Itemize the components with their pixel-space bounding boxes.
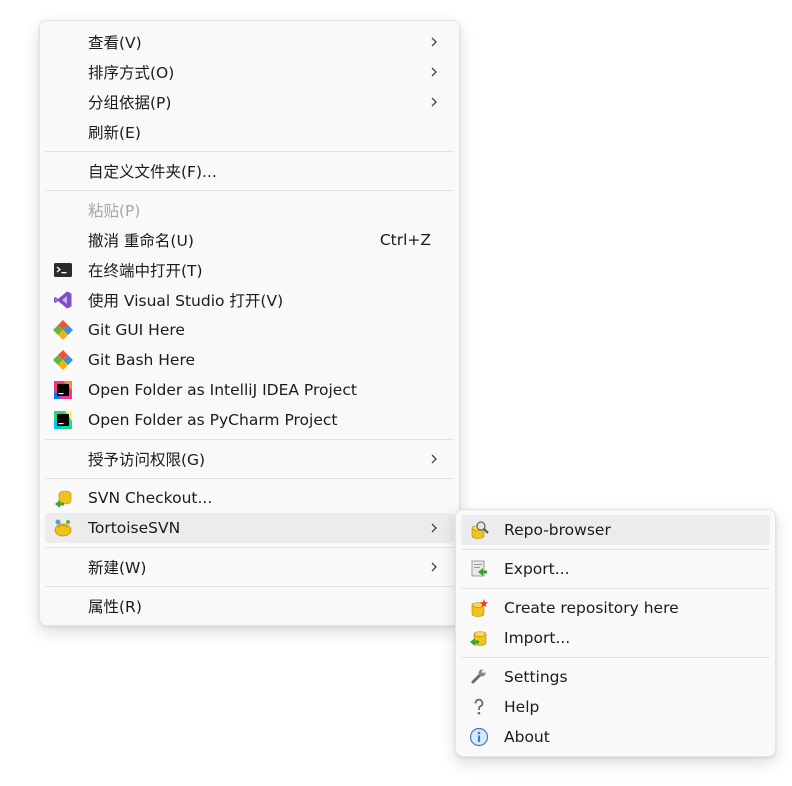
- menu-item-label: Repo-browser: [504, 521, 611, 539]
- menu-item-git-gui[interactable]: Git GUI Here: [45, 315, 454, 345]
- git-icon: [53, 350, 73, 370]
- menu-item-paste: 粘贴(P): [45, 195, 454, 225]
- menu-item-label: Import...: [504, 629, 571, 647]
- wrench-icon: [471, 669, 486, 684]
- info-icon: [469, 727, 489, 747]
- menu-item-label: 使用 Visual Studio 打开(V): [88, 292, 284, 310]
- terminal-icon: [54, 263, 72, 277]
- menu-separator: [461, 549, 770, 550]
- menu-item-svn-checkout[interactable]: SVN Checkout...: [45, 483, 454, 513]
- menu-item-label: Create repository here: [504, 599, 679, 617]
- menu-separator: [45, 547, 454, 548]
- menu-item-repo-browser[interactable]: Repo-browser: [461, 515, 770, 545]
- menu-item-help[interactable]: Help: [461, 692, 770, 722]
- menu-item-label: 粘贴(P): [88, 202, 141, 220]
- intellij-idea-icon: [54, 381, 72, 399]
- menu-item-refresh[interactable]: 刷新(E): [45, 117, 454, 147]
- menu-item-label: Export...: [504, 560, 570, 578]
- tortoisesvn-icon: [54, 519, 72, 537]
- menu-item-label: Open Folder as PyCharm Project: [88, 411, 338, 429]
- menu-item-label: 刷新(E): [88, 124, 141, 142]
- menu-separator: [461, 588, 770, 589]
- menu-item-label: TortoiseSVN: [88, 519, 181, 537]
- menu-item-label: Help: [504, 698, 540, 716]
- shortcut-label: Ctrl+Z: [379, 231, 431, 249]
- menu-item-label: Settings: [504, 668, 568, 686]
- menu-item-git-bash[interactable]: Git Bash Here: [45, 345, 454, 375]
- menu-item-label: 新建(W): [88, 559, 147, 577]
- menu-item-grant-access[interactable]: 授予访问权限(G): [45, 444, 454, 474]
- menu-item-customize-folder[interactable]: 自定义文件夹(F)...: [45, 156, 454, 186]
- chevron-right-icon: [431, 523, 437, 533]
- menu-item-properties[interactable]: 属性(R): [45, 591, 454, 621]
- export-icon: [471, 560, 487, 577]
- pycharm-icon: [54, 411, 72, 429]
- menu-item-label: 排序方式(O): [88, 64, 175, 82]
- menu-item-label: 在终端中打开(T): [88, 262, 203, 280]
- menu-item-label: 分组依据(P): [88, 94, 172, 112]
- menu-item-label: About: [504, 728, 550, 746]
- create-repository-icon: [471, 599, 488, 617]
- chevron-right-icon: [431, 454, 437, 464]
- menu-item-open-visual-studio[interactable]: 使用 Visual Studio 打开(V): [45, 285, 454, 315]
- menu-separator: [45, 190, 454, 191]
- menu-item-group[interactable]: 分组依据(P): [45, 87, 454, 117]
- repo-browser-icon: [471, 521, 489, 539]
- menu-separator: [45, 478, 454, 479]
- menu-separator: [461, 657, 770, 658]
- menu-item-label: 查看(V): [88, 34, 142, 52]
- menu-item-tortoisesvn[interactable]: TortoiseSVN: [45, 513, 454, 543]
- menu-separator: [45, 439, 454, 440]
- menu-item-create-repository[interactable]: Create repository here: [461, 593, 770, 623]
- context-menu: 查看(V) 排序方式(O) 分组依据(P) 刷新(E) 自定义文件夹(F)...…: [39, 20, 460, 626]
- menu-item-about[interactable]: About: [461, 722, 770, 752]
- menu-item-label: 授予访问权限(G): [88, 451, 206, 469]
- chevron-right-icon: [431, 562, 437, 572]
- menu-item-open-pycharm[interactable]: Open Folder as PyCharm Project: [45, 405, 454, 435]
- menu-item-label: 自定义文件夹(F)...: [88, 163, 217, 181]
- menu-item-export[interactable]: Export...: [461, 554, 770, 584]
- menu-item-open-intellij[interactable]: Open Folder as IntelliJ IDEA Project: [45, 375, 454, 405]
- menu-item-view[interactable]: 查看(V): [45, 27, 454, 57]
- menu-item-import[interactable]: Import...: [461, 623, 770, 653]
- menu-item-undo-rename[interactable]: 撤消 重命名(U) Ctrl+Z: [45, 225, 454, 255]
- menu-item-label: SVN Checkout...: [88, 489, 213, 507]
- menu-separator: [45, 151, 454, 152]
- menu-item-open-terminal[interactable]: 在终端中打开(T): [45, 255, 454, 285]
- tortoisesvn-submenu: Repo-browser Export... Create repository…: [455, 509, 776, 757]
- menu-item-label: 撤消 重命名(U): [88, 232, 194, 250]
- chevron-right-icon: [431, 37, 437, 47]
- menu-item-settings[interactable]: Settings: [461, 662, 770, 692]
- menu-item-new[interactable]: 新建(W): [45, 552, 454, 582]
- git-icon: [53, 320, 73, 340]
- visual-studio-icon: [54, 291, 72, 309]
- import-icon: [470, 631, 487, 646]
- menu-item-sort[interactable]: 排序方式(O): [45, 57, 454, 87]
- menu-item-label: Git GUI Here: [88, 321, 185, 339]
- svn-checkout-icon: [55, 490, 72, 508]
- menu-item-label: Git Bash Here: [88, 351, 196, 369]
- menu-item-label: 属性(R): [88, 598, 142, 616]
- help-icon: [474, 698, 484, 715]
- chevron-right-icon: [431, 67, 437, 77]
- chevron-right-icon: [431, 97, 437, 107]
- menu-item-label: Open Folder as IntelliJ IDEA Project: [88, 381, 357, 399]
- menu-separator: [45, 586, 454, 587]
